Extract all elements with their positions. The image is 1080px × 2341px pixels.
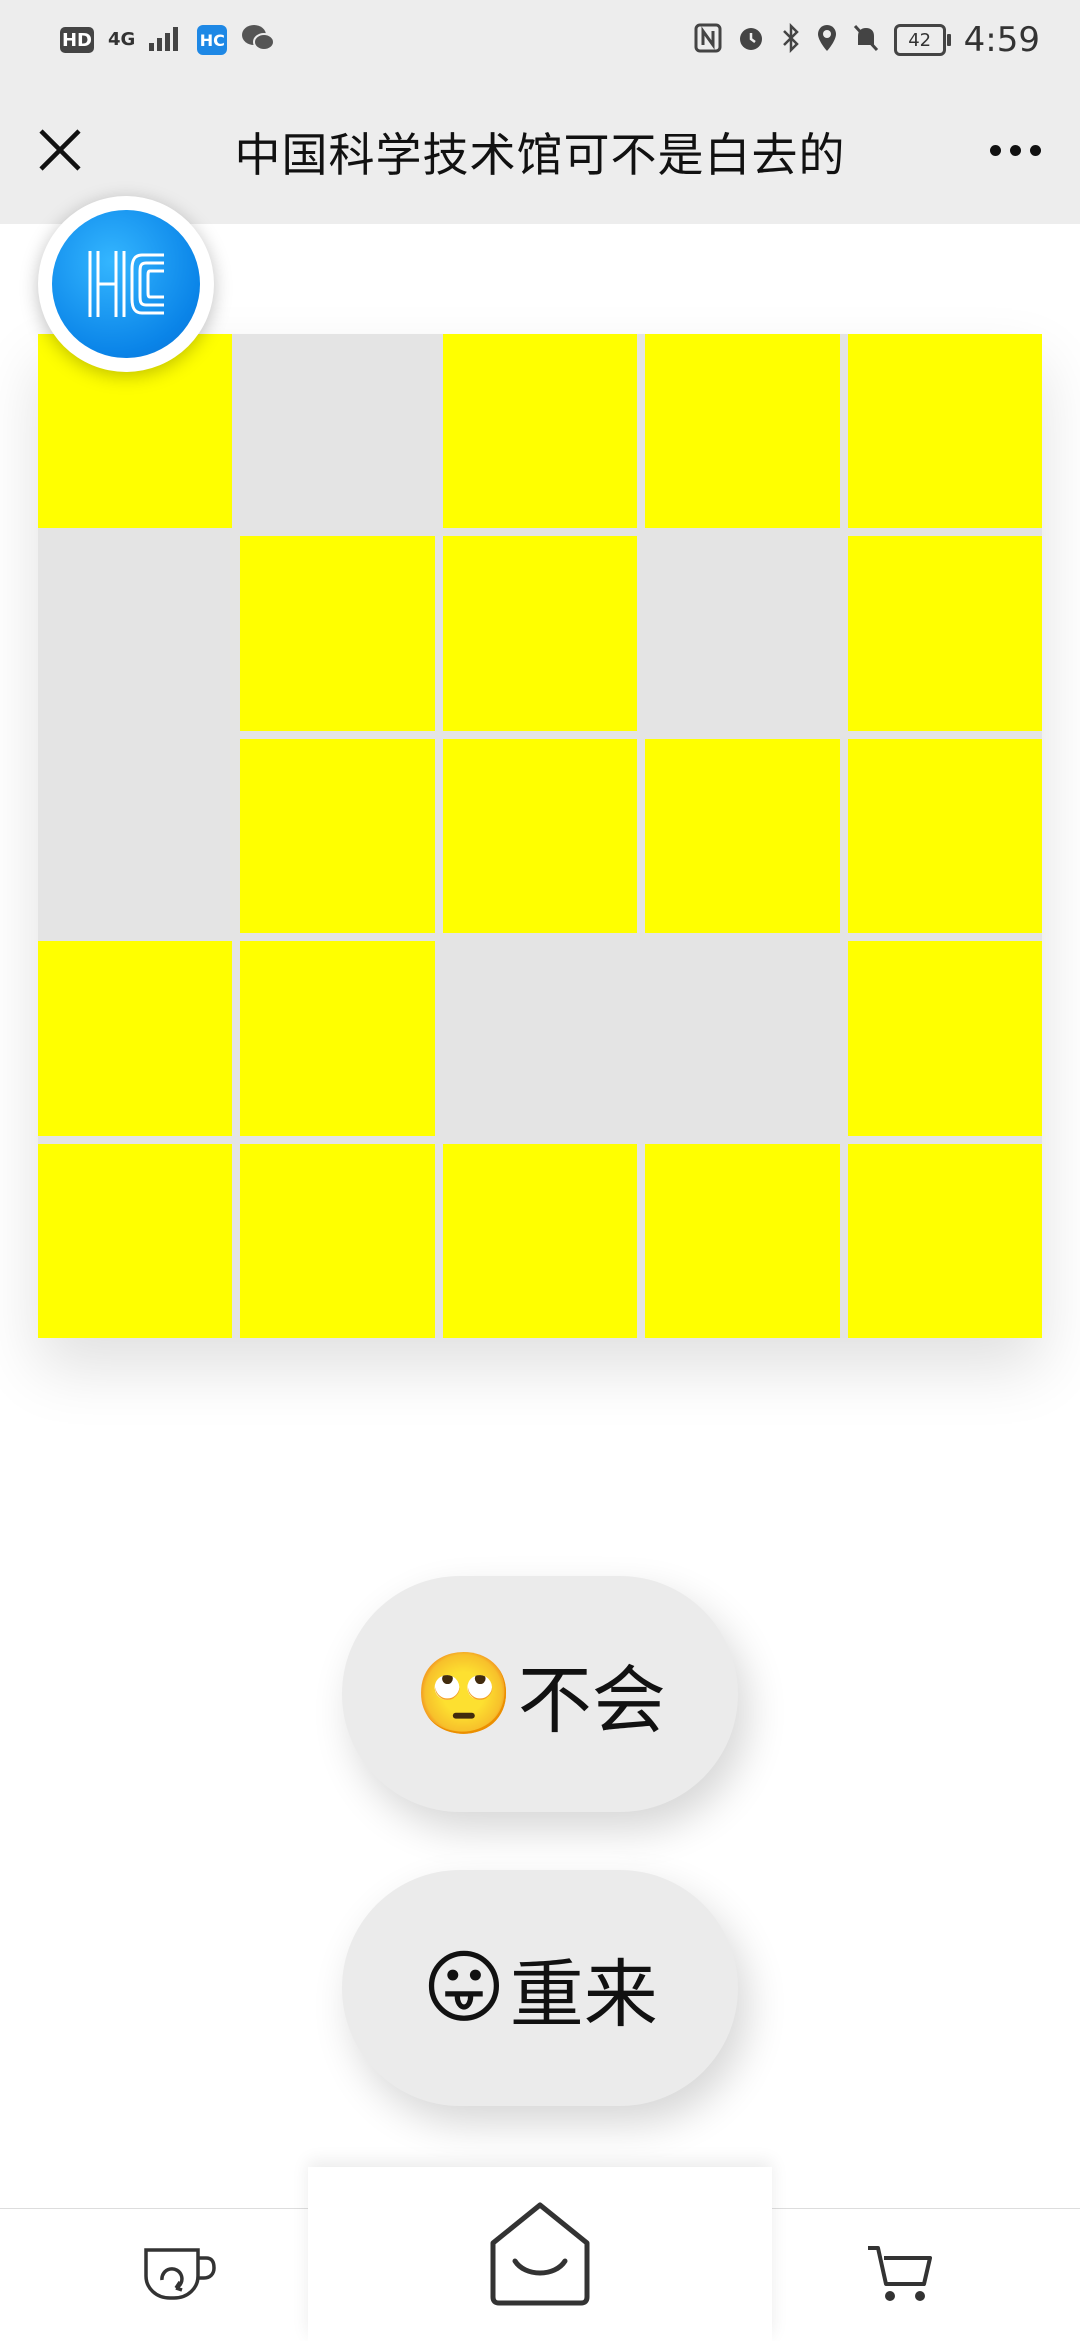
cart-button[interactable] <box>860 2239 940 2309</box>
nav-left-button[interactable] <box>140 2239 220 2309</box>
bottom-nav <box>0 2167 1080 2341</box>
clock: 4:59 <box>963 20 1040 60</box>
grid-cell-r2-c2[interactable] <box>240 536 435 731</box>
grid-cell-r3-c1[interactable] <box>38 738 233 934</box>
grid-cell-r1-c5[interactable] <box>847 334 1042 529</box>
grid-cell-r2-c4[interactable] <box>645 536 840 731</box>
more-icon-dot <box>1009 144 1021 156</box>
mute-bell-icon <box>852 23 880 58</box>
grid-cell-r5-c2[interactable] <box>240 1143 435 1338</box>
cup-refresh-icon <box>144 2248 216 2300</box>
grid-cell-r4-c4[interactable] <box>645 941 840 1136</box>
game-area: 🙄 不会 😛 重来 <box>0 196 1080 2208</box>
hc-logo-icon <box>52 210 200 358</box>
location-icon <box>816 23 838 58</box>
app-badge-icon: HC <box>197 25 228 55</box>
help-button[interactable]: 🙄 不会 <box>342 1576 738 1812</box>
page-title: 中国科学技术馆可不是白去的 <box>234 128 846 182</box>
home-icon <box>490 2202 590 2306</box>
puzzle-grid <box>38 334 1042 1338</box>
grid-cell-r3-c5[interactable] <box>847 738 1042 934</box>
status-right: 42 4:59 <box>694 20 1040 60</box>
grid-cell-r2-c3[interactable] <box>442 536 638 731</box>
grid-cell-r1-c4[interactable] <box>645 334 840 529</box>
restart-button[interactable]: 😛 重来 <box>342 1870 738 2106</box>
more-icon <box>989 144 1001 156</box>
bluetooth-icon <box>780 22 802 58</box>
grid-cell-r1-c3[interactable] <box>442 334 638 529</box>
cart-icon <box>868 2246 932 2301</box>
more-icon-dot <box>1029 144 1041 156</box>
hd-indicator: HD <box>60 27 94 53</box>
grid-cell-r4-c2[interactable] <box>240 941 435 1136</box>
close-icon <box>39 129 81 171</box>
grid-cell-r3-c3[interactable] <box>442 738 638 934</box>
grid-cell-r3-c2[interactable] <box>240 738 435 934</box>
status-left: HD 4G HC <box>60 23 276 58</box>
grid-cell-r1-c2[interactable] <box>240 334 435 529</box>
restart-button-label: 重来 <box>509 1951 658 2038</box>
grid-cell-r5-c3[interactable] <box>442 1143 638 1338</box>
home-button[interactable] <box>308 2167 772 2341</box>
battery-indicator: 42 <box>893 24 951 56</box>
grid-cell-r5-c1[interactable] <box>38 1143 233 1338</box>
close-button[interactable] <box>30 120 90 180</box>
grid-cell-r4-c3[interactable] <box>442 941 638 1136</box>
nfc-icon <box>694 23 722 58</box>
grid-cell-r5-c5[interactable] <box>847 1143 1042 1338</box>
grid-cell-r2-c1[interactable] <box>38 536 233 731</box>
help-button-label: 不会 <box>517 1657 666 1744</box>
alarm-icon <box>736 23 766 58</box>
signal-icon <box>149 25 183 56</box>
hc-logo <box>38 196 214 372</box>
more-button[interactable] <box>980 120 1050 180</box>
header: 中国科学技术馆可不是白去的 <box>0 80 1080 224</box>
tongue-emoji-icon: 😛 <box>422 1941 506 2034</box>
wechat-icon <box>241 23 276 58</box>
grid-cell-r5-c4[interactable] <box>645 1143 840 1338</box>
grid-cell-r4-c1[interactable] <box>38 941 233 1136</box>
grid-cell-r4-c5[interactable] <box>847 941 1042 1136</box>
eye-roll-emoji-icon: 🙄 <box>414 1647 514 1740</box>
status-bar: HD 4G HC 42 4:59 <box>0 0 1080 80</box>
network-label: 4G <box>108 29 136 50</box>
grid-cell-r2-c5[interactable] <box>847 536 1042 731</box>
grid-cell-r3-c4[interactable] <box>645 738 840 934</box>
